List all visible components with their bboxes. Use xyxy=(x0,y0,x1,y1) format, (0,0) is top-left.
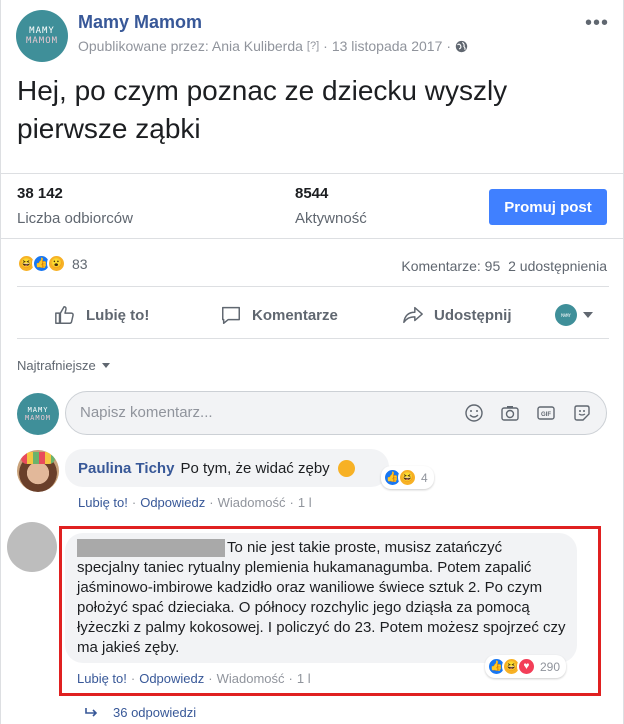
commenter-avatar-hidden[interactable] xyxy=(7,522,57,572)
comment-message-link[interactable]: Wiadomość xyxy=(218,495,286,510)
comments-count-link[interactable]: Komentarze: 95 xyxy=(401,258,500,274)
avatar-text-bottom: MAMOM xyxy=(25,36,59,46)
camera-icon[interactable] xyxy=(500,403,520,423)
reactions-summary[interactable]: 😆 👍 😮 83 xyxy=(17,254,88,273)
engagement-stat[interactable]: 8544 Aktywność xyxy=(295,185,367,227)
comment-button-label: Komentarze xyxy=(252,306,338,324)
help-link[interactable]: [?] xyxy=(307,40,319,52)
sort-label: Najtrafniejsze xyxy=(17,358,96,373)
post-as-selector[interactable]: MAMY xyxy=(555,304,593,326)
comment-text: Po tym, że widać zęby xyxy=(180,459,330,477)
globe-icon[interactable] xyxy=(455,40,468,53)
avatar-text-top: MAMY xyxy=(27,406,49,414)
separator: · xyxy=(446,38,452,54)
chevron-down-icon xyxy=(101,363,110,368)
divider xyxy=(1,238,624,239)
sticker-icon[interactable] xyxy=(572,403,592,423)
haha-icon: 😆 xyxy=(398,468,417,487)
reach-value: 38 142 xyxy=(17,185,63,202)
like-button[interactable]: Lubię to! xyxy=(54,304,149,326)
gif-icon[interactable]: GIF xyxy=(536,403,556,423)
reaction-count: 83 xyxy=(72,255,88,272)
post-card: MAMY MAMOM Mamy Mamom Opublikowane przez… xyxy=(0,0,624,724)
like-button-label: Lubię to! xyxy=(86,306,150,324)
commenter-avatar: MAMY MAMOM xyxy=(17,393,59,435)
comments-shares-summary: Komentarze: 95 2 udostępnienia xyxy=(401,258,607,274)
avatar-text-bottom: MAMOM xyxy=(24,414,52,422)
svg-text:GIF: GIF xyxy=(541,412,551,418)
chevron-down-icon xyxy=(583,312,593,318)
comment-reaction-count: 4 xyxy=(421,470,428,485)
separator: · xyxy=(323,38,328,54)
engagement-value: 8544 xyxy=(295,185,329,202)
reach-stat[interactable]: 38 142 Liczba odbiorców xyxy=(17,185,133,227)
divider xyxy=(17,338,609,339)
reply-arrow-icon xyxy=(85,707,98,717)
view-replies-link[interactable]: 36 odpowiedzi xyxy=(85,705,196,720)
share-arrow-icon xyxy=(403,306,423,324)
post-meta: Opublikowane przez: Ania Kuliberda [?] ·… xyxy=(78,38,468,54)
avatar-text-top: MAMY xyxy=(29,26,55,36)
paulina-avatar[interactable] xyxy=(17,450,59,492)
comment-input[interactable] xyxy=(80,404,460,421)
comment-actions: Lubię to! · Odpowiedz · Wiadomość · 1 l xyxy=(78,495,312,510)
page-mini-avatar: MAMY xyxy=(555,304,577,326)
page-avatar[interactable]: MAMY MAMOM xyxy=(16,10,68,62)
comment-like-link[interactable]: Lubię to! xyxy=(78,495,128,510)
divider xyxy=(17,286,609,287)
divider xyxy=(1,173,624,174)
emoji-icon[interactable] xyxy=(464,403,484,423)
comment-icon xyxy=(222,306,240,324)
thumbs-up-icon xyxy=(55,306,74,324)
comment-button[interactable]: Komentarze xyxy=(220,304,338,326)
highlight-box xyxy=(59,526,601,696)
comment-time[interactable]: 1 l xyxy=(298,495,312,510)
comment-sort-dropdown[interactable]: Najtrafniejsze xyxy=(17,358,110,373)
published-by[interactable]: Opublikowane przez: Ania Kuliberda xyxy=(78,38,303,54)
promote-post-button[interactable]: Promuj post xyxy=(489,189,607,225)
post-text: Hej, po czym poznac ze dziecku wyszly pi… xyxy=(17,75,508,144)
separator: · xyxy=(131,495,137,510)
comment-reply-link[interactable]: Odpowiedz xyxy=(140,495,205,510)
reach-label: Liczba odbiorców xyxy=(17,210,133,227)
share-button[interactable]: Udostępnij xyxy=(402,304,512,326)
wow-icon: 😮 xyxy=(47,254,66,273)
grin-emoji-icon xyxy=(337,459,355,477)
share-button-label: Udostępnij xyxy=(434,306,512,324)
separator: · xyxy=(209,495,214,510)
replies-count: 36 odpowiedzi xyxy=(113,705,197,720)
comment-bubble: Paulina Tichy Po tym, że widać zęby xyxy=(65,449,389,487)
page-name-link[interactable]: Mamy Mamom xyxy=(78,12,202,33)
separator: · xyxy=(289,495,294,510)
comment-author-link[interactable]: Paulina Tichy xyxy=(78,460,174,477)
post-date[interactable]: 13 listopada 2017 xyxy=(332,38,443,54)
engagement-label: Aktywność xyxy=(295,210,367,227)
shares-count-link[interactable]: 2 udostępnienia xyxy=(508,258,607,274)
comment-input-box[interactable]: GIF xyxy=(65,391,607,435)
comment-tools: GIF xyxy=(464,403,592,423)
more-dots-icon[interactable]: ••• xyxy=(585,12,609,35)
comment-reactions[interactable]: 👍 😆 4 xyxy=(381,466,434,489)
